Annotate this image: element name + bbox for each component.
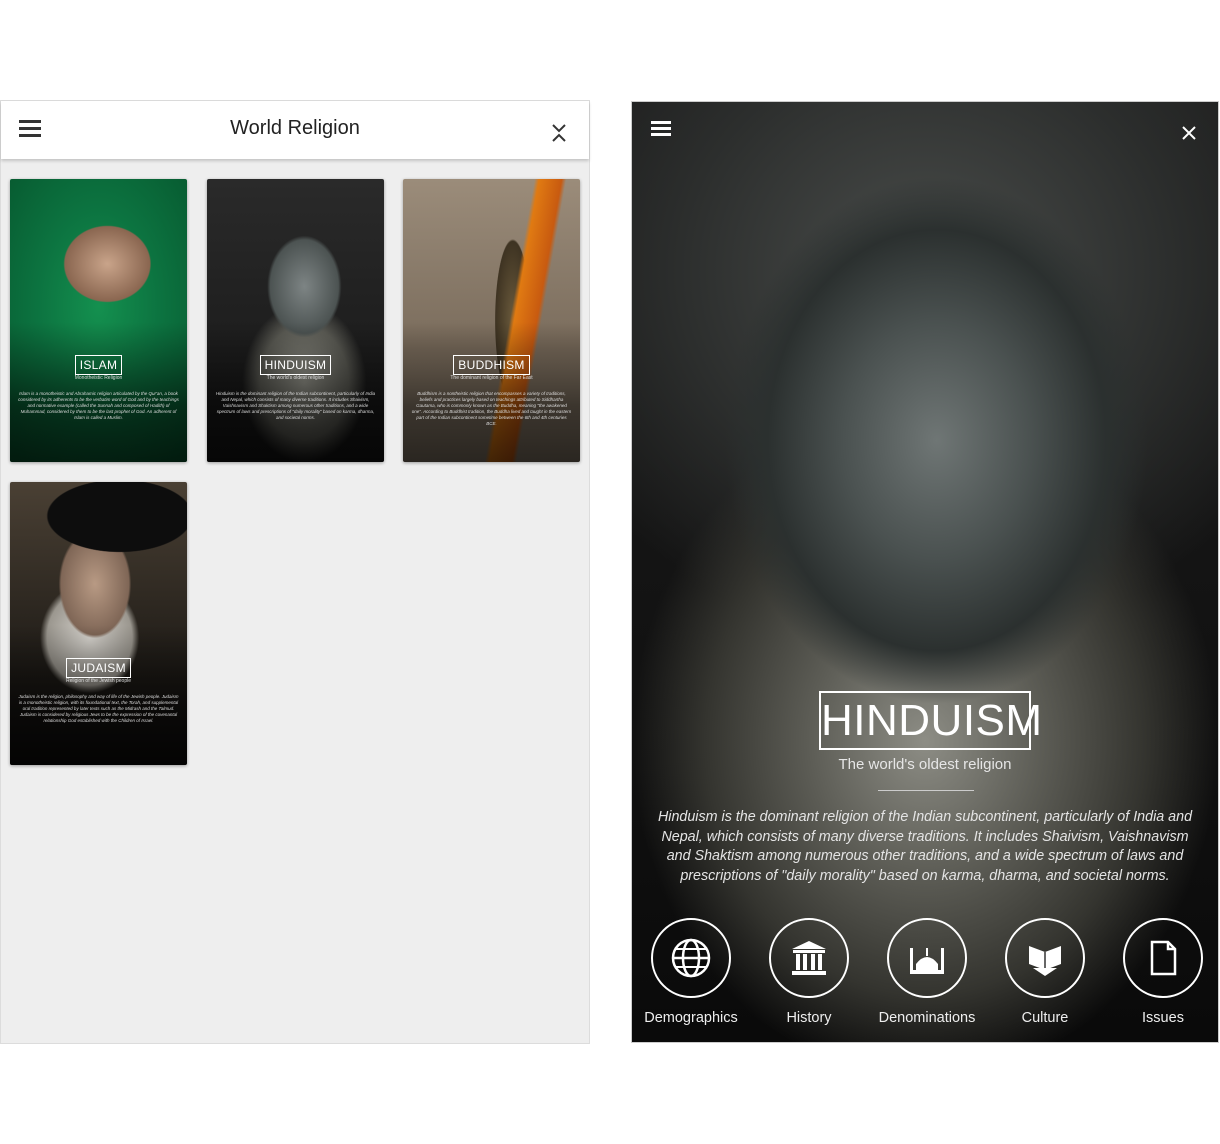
close-icon[interactable] bbox=[549, 121, 569, 145]
religion-list-screen: World Religion ISLAM Monotheistic Religi… bbox=[0, 100, 590, 1044]
religion-title: HINDUISM bbox=[819, 691, 1042, 750]
page-title: World Religion bbox=[230, 117, 360, 139]
card-subtitle: Religion of the Jewish people bbox=[65, 678, 132, 684]
religion-card-hinduism[interactable]: HINDUISM The world's oldest religion Hin… bbox=[207, 179, 384, 462]
nav-issues-button[interactable]: Issues bbox=[1108, 918, 1218, 1026]
nav-label: Issues bbox=[1142, 1010, 1184, 1026]
nav-label: Culture bbox=[1021, 1010, 1069, 1026]
card-subtitle: The world's oldest religion bbox=[266, 375, 325, 381]
religion-card-judaism[interactable]: JUDAISM Religion of the Jewish people Ju… bbox=[10, 482, 187, 765]
hamburger-menu-icon[interactable] bbox=[651, 121, 671, 137]
card-title: HINDUISM bbox=[259, 355, 332, 375]
nav-history-button[interactable]: History bbox=[754, 918, 864, 1026]
religion-card-islam[interactable]: ISLAM Monotheistic Religion Islam is a m… bbox=[10, 179, 187, 462]
hero-photo bbox=[632, 102, 1218, 1042]
divider bbox=[878, 790, 974, 791]
card-title: ISLAM bbox=[74, 355, 123, 375]
globe-icon bbox=[671, 938, 711, 978]
museum-icon bbox=[792, 941, 826, 975]
document-icon bbox=[1150, 940, 1177, 976]
card-description: Judaism is the religion, philosophy and … bbox=[18, 694, 179, 723]
card-description: Islam is a monotheistic and Abrahamic re… bbox=[18, 391, 179, 420]
nav-label: Denominations bbox=[878, 1010, 976, 1026]
religion-subtitle: The world's oldest religion bbox=[838, 756, 1012, 773]
nav-demographics-button[interactable]: Demographics bbox=[636, 918, 746, 1026]
card-description: Hinduism is the dominant religion of the… bbox=[215, 391, 376, 420]
nav-denominations-button[interactable]: Denominations bbox=[872, 918, 982, 1026]
open-book-icon bbox=[1029, 946, 1061, 976]
card-title: JUDAISM bbox=[66, 658, 131, 678]
app-bar: World Religion bbox=[1, 101, 589, 159]
nav-label: History bbox=[786, 1010, 832, 1026]
mosque-icon bbox=[910, 948, 944, 974]
close-icon[interactable] bbox=[1178, 122, 1200, 144]
card-title: BUDDHISM bbox=[453, 355, 530, 375]
religion-card-buddhism[interactable]: BUDDHISM The dominant religion of the Fa… bbox=[403, 179, 580, 462]
card-subtitle: The dominant religion of the Far East bbox=[450, 375, 533, 381]
card-description: Buddhism is a nontheistic religion that … bbox=[411, 391, 572, 426]
religion-description: Hinduism is the dominant religion of the… bbox=[657, 809, 1193, 884]
nav-culture-button[interactable]: Culture bbox=[990, 918, 1100, 1026]
card-subtitle: Monotheistic Religion bbox=[74, 375, 123, 381]
religion-detail-screen: HINDUISM The world's oldest religion Hin… bbox=[631, 101, 1219, 1043]
nav-label: Demographics bbox=[644, 1010, 738, 1026]
